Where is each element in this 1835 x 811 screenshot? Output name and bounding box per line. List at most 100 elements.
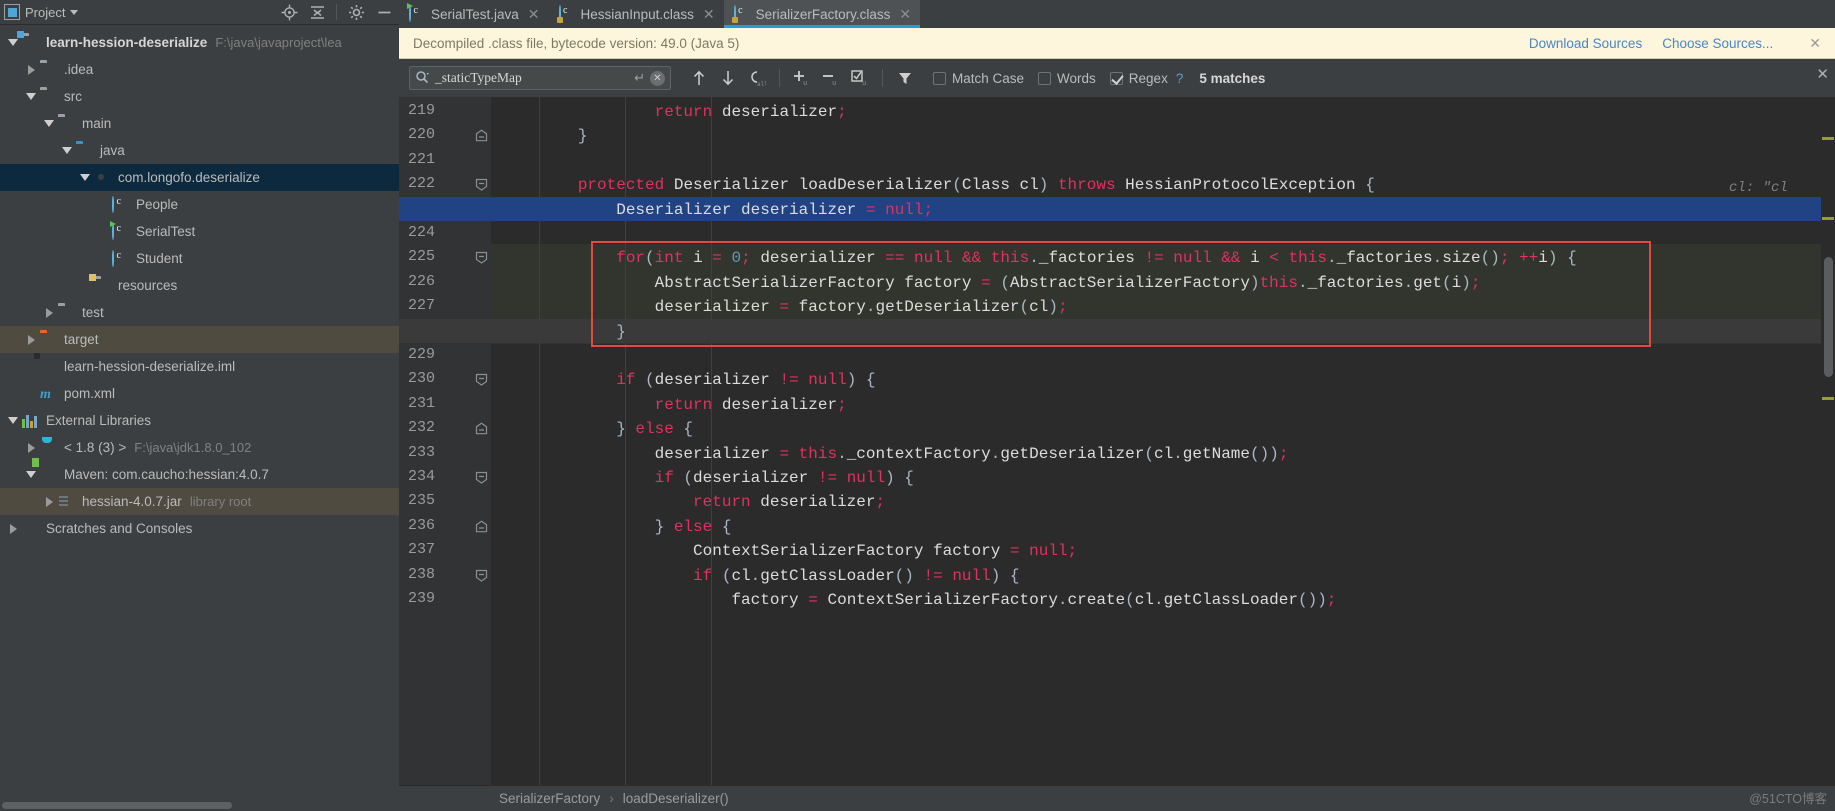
tree-item-target[interactable]: target: [0, 326, 399, 353]
checkbox-box[interactable]: [1038, 71, 1052, 85]
tree-item-external-libraries[interactable]: External Libraries: [0, 407, 399, 434]
code-line[interactable]: return deserializer;: [491, 490, 885, 514]
code-line[interactable]: [491, 222, 501, 246]
tree-item-com-longofo-deserialize[interactable]: com.longofo.deserialize: [0, 164, 399, 191]
fold-end-icon[interactable]: [475, 129, 488, 142]
gear-icon[interactable]: [347, 3, 365, 21]
occurrence-marker[interactable]: [1822, 397, 1834, 400]
chevron-down-icon[interactable]: [70, 9, 79, 15]
words-checkbox[interactable]: Words: [1038, 71, 1096, 86]
code-line[interactable]: for(int i = 0; deserializer == null && t…: [491, 246, 1576, 270]
code-line[interactable]: if (deserializer != null) {: [491, 466, 914, 490]
fold-collapse-icon[interactable]: [475, 569, 488, 582]
chevron-right-icon[interactable]: [42, 495, 56, 509]
match-case-checkbox[interactable]: Match Case: [933, 71, 1024, 86]
add-all-occurrences-icon[interactable]: u: [846, 65, 874, 91]
find-next-icon[interactable]: [714, 65, 742, 91]
enter-icon[interactable]: ↵: [634, 70, 645, 86]
choose-sources-link[interactable]: Choose Sources...: [1662, 36, 1773, 51]
tree-item-learn-hession-deserialize-iml[interactable]: learn-hession-deserialize.iml: [0, 353, 399, 380]
search-input[interactable]: _staticTypeMap ↵ ✕: [409, 66, 671, 90]
code-line[interactable]: return deserializer;: [491, 100, 847, 124]
breadcrumb-item[interactable]: loadDeserializer(): [623, 791, 729, 806]
tree-item-hessian-4-0-7-jar[interactable]: hessian-4.0.7.jar library root: [0, 488, 399, 515]
chevron-down-icon[interactable]: [6, 414, 20, 428]
fold-collapse-icon[interactable]: [475, 251, 488, 265]
checkbox-box[interactable]: [933, 71, 946, 85]
chevron-right-icon[interactable]: [24, 333, 38, 347]
code-line[interactable]: ContextSerializerFactory factory = null;: [491, 539, 1077, 563]
checkbox-box[interactable]: [1109, 71, 1123, 85]
tree-item-java[interactable]: java: [0, 137, 399, 164]
code-content[interactable]: return deserializer; } protected Deseria…: [399, 97, 1835, 785]
download-sources-link[interactable]: Download Sources: [1529, 36, 1642, 51]
tree-item-src[interactable]: src: [0, 83, 399, 110]
tree-item-people[interactable]: People: [0, 191, 399, 218]
code-line[interactable]: }: [491, 320, 626, 344]
close-tab-icon[interactable]: ✕: [899, 6, 911, 23]
close-find-icon[interactable]: ✕: [1816, 65, 1829, 83]
editor-tab-serializerfactory-class[interactable]: SerializerFactory.class ✕: [723, 0, 921, 28]
regex-checkbox[interactable]: Regex: [1109, 71, 1168, 86]
tree-item--1-8-3-[interactable]: < 1.8 (3) > F:\java\jdk1.8.0_102: [0, 434, 399, 461]
editor-tab-hessianinput-class[interactable]: HessianInput.class ✕: [548, 0, 724, 28]
project-tree[interactable]: learn-hession-deserialize F:\java\javapro…: [0, 25, 399, 799]
code-line[interactable]: factory = ContextSerializerFactory.creat…: [491, 588, 1336, 612]
hide-panel-icon[interactable]: [375, 3, 393, 21]
breadcrumb-item[interactable]: SerializerFactory: [499, 791, 600, 806]
code-line[interactable]: }: [491, 124, 588, 148]
code-line[interactable]: if (cl.getClassLoader() != null) {: [491, 564, 1020, 588]
fold-collapse-icon[interactable]: [475, 178, 488, 191]
tree-item-main[interactable]: main: [0, 110, 399, 137]
tree-item-student[interactable]: Student: [0, 245, 399, 272]
chevron-right-icon[interactable]: [6, 522, 20, 536]
fold-collapse-icon[interactable]: [475, 471, 488, 484]
chevron-right-icon[interactable]: [24, 63, 38, 77]
clear-icon[interactable]: ✕: [650, 70, 665, 86]
chevron-right-icon[interactable]: [24, 441, 38, 455]
add-occurrence-icon[interactable]: u: [788, 65, 816, 91]
scrollbar-thumb[interactable]: [1824, 257, 1833, 377]
locate-icon[interactable]: [280, 3, 298, 21]
find-previous-icon[interactable]: [685, 65, 713, 91]
code-line[interactable]: [491, 149, 501, 173]
code-line[interactable]: } else {: [491, 417, 693, 441]
code-line[interactable]: deserializer = this._contextFactory.getD…: [491, 442, 1289, 466]
chevron-down-icon[interactable]: [60, 144, 74, 158]
code-line[interactable]: deserializer = factory.getDeserializer(c…: [491, 295, 1068, 319]
close-icon[interactable]: ✕: [1809, 35, 1821, 52]
fold-end-icon[interactable]: [475, 520, 488, 533]
code-line[interactable]: } else {: [491, 515, 732, 539]
editor-tab-serialtest-java[interactable]: SerialTest.java ✕: [399, 0, 549, 28]
code-line[interactable]: return deserializer;: [491, 393, 847, 417]
project-horizontal-scrollbar[interactable]: [0, 799, 399, 811]
tree-item-maven-com-caucho-hessian-4-0-7[interactable]: Maven: com.caucho:hessian:4.0.7: [0, 461, 399, 488]
select-all-occurrences-icon[interactable]: all: [743, 65, 771, 91]
code-viewport[interactable]: 2192202212222232242252262272282292302312…: [399, 97, 1835, 785]
tree-item--idea[interactable]: .idea: [0, 56, 399, 83]
code-line[interactable]: protected Deserializer loadDeserializer(…: [491, 173, 1375, 197]
occurrence-marker[interactable]: [1822, 137, 1834, 140]
search-query-value[interactable]: _staticTypeMap: [435, 70, 629, 86]
code-line[interactable]: [491, 344, 501, 368]
chevron-down-icon[interactable]: [6, 36, 20, 50]
fold-collapse-icon[interactable]: [475, 373, 488, 387]
collapse-all-icon[interactable]: [308, 3, 326, 21]
tree-item-pom-xml[interactable]: m pom.xml: [0, 380, 399, 407]
code-line[interactable]: AbstractSerializerFactory factory = (Abs…: [491, 271, 1481, 295]
tree-item-test[interactable]: test: [0, 299, 399, 326]
scrollbar-thumb[interactable]: [2, 802, 232, 809]
vertical-scrollbar[interactable]: [1821, 97, 1835, 785]
filter-icon[interactable]: [891, 65, 919, 91]
chevron-down-icon[interactable]: [24, 90, 38, 104]
close-tab-icon[interactable]: ✕: [703, 6, 715, 23]
breadcrumb[interactable]: SerializerFactory › loadDeserializer(): [399, 785, 1835, 811]
occurrence-marker[interactable]: [1822, 217, 1834, 220]
tree-item-learn-hession-deserialize[interactable]: learn-hession-deserialize F:\java\javapro…: [0, 29, 399, 56]
help-icon[interactable]: ?: [1176, 71, 1184, 86]
close-tab-icon[interactable]: ✕: [528, 6, 540, 23]
tree-item-scratches-and-consoles[interactable]: Scratches and Consoles: [0, 515, 399, 542]
tree-item-resources[interactable]: resources: [0, 272, 399, 299]
code-line[interactable]: Deserializer deserializer = null;: [491, 198, 933, 222]
fold-end-icon[interactable]: [475, 422, 488, 435]
